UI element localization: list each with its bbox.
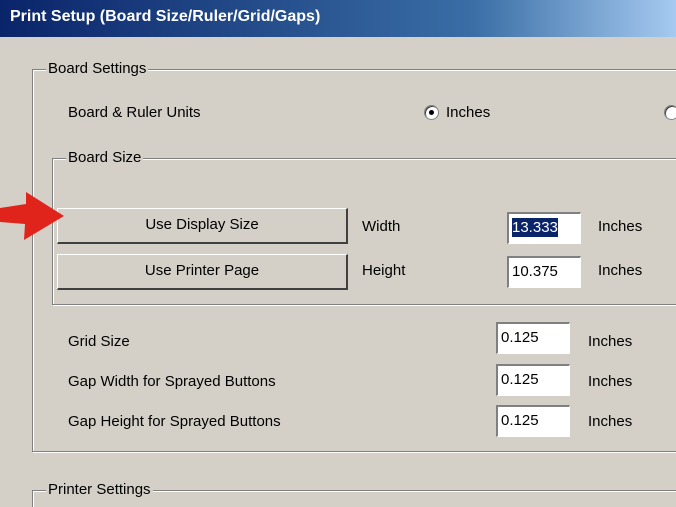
- width-label: Width: [362, 218, 401, 235]
- use-printer-page-button[interactable]: Use Printer Page: [57, 254, 348, 290]
- use-display-size-button[interactable]: Use Display Size: [57, 208, 348, 244]
- units-radio-inches[interactable]: [424, 105, 439, 120]
- units-option-inches-label[interactable]: Inches: [446, 104, 490, 121]
- width-unit: Inches: [598, 218, 643, 235]
- gap-height-unit: Inches: [588, 413, 633, 430]
- height-label: Height: [362, 262, 406, 279]
- grid-size-unit: Inches: [588, 333, 633, 350]
- gap-height-input[interactable]: 0.125: [496, 405, 570, 437]
- grid-size-label: Grid Size: [68, 333, 130, 350]
- window-title: Print Setup (Board Size/Ruler/Grid/Gaps): [10, 8, 321, 25]
- red-arrow-icon: [0, 192, 64, 240]
- units-radio-other[interactable]: [664, 105, 676, 120]
- gap-height-label: Gap Height for Sprayed Buttons: [68, 413, 281, 430]
- title-bar[interactable]: Print Setup (Board Size/Ruler/Grid/Gaps): [0, 0, 676, 37]
- board-settings-legend: Board Settings: [46, 60, 149, 77]
- height-unit: Inches: [598, 262, 643, 279]
- grid-size-input[interactable]: 0.125: [496, 322, 570, 354]
- gap-width-input[interactable]: 0.125: [496, 364, 570, 396]
- height-input[interactable]: 10.375: [507, 256, 581, 288]
- gap-width-label: Gap Width for Sprayed Buttons: [68, 373, 276, 390]
- printer-settings-legend: Printer Settings: [46, 481, 153, 498]
- gap-width-unit: Inches: [588, 373, 633, 390]
- width-input[interactable]: 13.333: [507, 212, 581, 244]
- width-value-selected: 13.333: [512, 218, 558, 237]
- board-size-legend: Board Size: [66, 149, 144, 166]
- units-label: Board & Ruler Units: [68, 104, 201, 121]
- print-setup-dialog: Print Setup (Board Size/Ruler/Grid/Gaps)…: [0, 0, 676, 507]
- radio-selected-dot: [429, 110, 434, 115]
